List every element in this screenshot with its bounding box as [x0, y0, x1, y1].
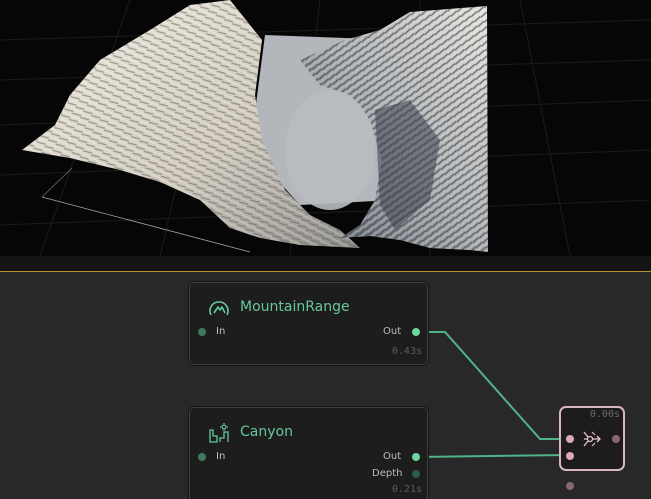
input-label: In — [216, 326, 226, 337]
input-port[interactable] — [198, 328, 206, 336]
node-combine[interactable]: 0.00s — [559, 406, 625, 471]
timing-label: 0.43s — [391, 346, 422, 357]
combine-icon — [583, 431, 601, 447]
timing-label: 0.21s — [391, 484, 422, 495]
canyon-icon — [209, 423, 229, 443]
output-port[interactable] — [412, 328, 420, 336]
combine-extra-port[interactable] — [566, 482, 574, 490]
depth-label: Depth — [372, 468, 403, 479]
timing-label: 0.00s — [589, 409, 620, 420]
input-port[interactable] — [198, 453, 206, 461]
node-graph[interactable]: MountainRange In Out 0.43s Canyon In Out… — [0, 272, 651, 499]
output-label: Out — [383, 326, 402, 337]
terrain-viewport[interactable] — [0, 0, 651, 256]
output-label: Out — [383, 451, 402, 462]
node-canyon[interactable]: Canyon In Out Depth 0.21s — [189, 407, 428, 499]
combine-input-port-2[interactable] — [566, 452, 574, 460]
node-title: Canyon — [240, 424, 293, 440]
node-title: MountainRange — [240, 299, 350, 315]
node-mountain-range[interactable]: MountainRange In Out 0.43s — [189, 282, 428, 365]
panel-divider[interactable] — [0, 256, 651, 272]
output-port[interactable] — [412, 453, 420, 461]
mountain-icon — [209, 301, 229, 316]
input-label: In — [216, 451, 226, 462]
terrain-render — [0, 0, 651, 256]
depth-port[interactable] — [412, 470, 420, 478]
combine-input-port-1[interactable] — [566, 435, 574, 443]
combine-output-port[interactable] — [612, 435, 620, 443]
